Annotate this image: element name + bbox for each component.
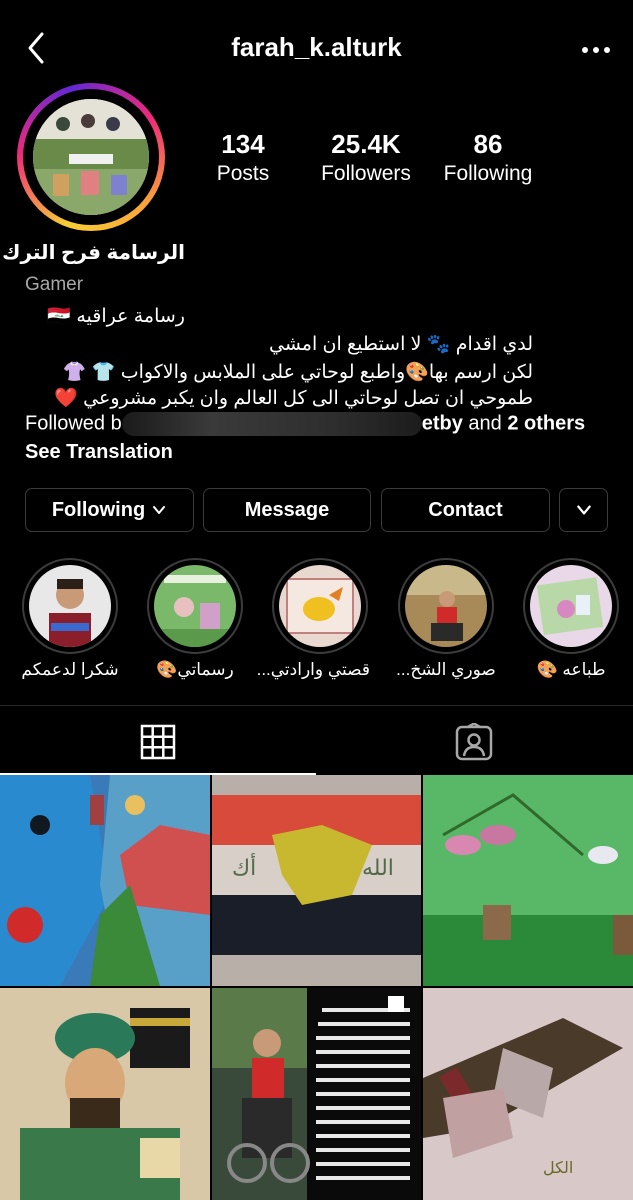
highlight-cover xyxy=(405,565,487,647)
highlight-cover xyxy=(279,565,361,647)
post-thumbnail[interactable] xyxy=(0,775,210,986)
message-button[interactable]: Message xyxy=(203,488,371,532)
message-button-label: Message xyxy=(244,498,330,521)
contact-button-label: Contact xyxy=(428,498,503,521)
display-name: الرسامة فرح الترك xyxy=(2,242,185,264)
highlight-label: شكرا لدعمكم xyxy=(21,660,119,679)
bio-line-3: لكن ارسم بها🎨واطبع لوحاتي على الملابس وا… xyxy=(62,362,533,383)
post-thumbnail[interactable] xyxy=(212,988,421,1200)
more-options-button[interactable] xyxy=(581,30,611,70)
post-thumbnail[interactable]: أك الله xyxy=(212,775,421,986)
svg-text:أك: أك xyxy=(232,853,256,881)
profile-username: farah_k.alturk xyxy=(231,32,402,62)
chevron-down-icon xyxy=(576,505,591,515)
followers-label: Followers xyxy=(321,162,411,185)
posts-count[interactable]: 134 Posts xyxy=(202,128,284,188)
following-value: 86 xyxy=(473,129,503,159)
profile-category: Gamer xyxy=(25,274,84,295)
highlight-thanks[interactable]: شكرا لدعمكم xyxy=(20,558,120,680)
highlight-cover xyxy=(29,565,111,647)
followed-by[interactable]: Followed b etby and 2 others xyxy=(25,412,585,436)
post-thumbnail[interactable] xyxy=(423,775,633,986)
svg-text:الكل: الكل xyxy=(543,1158,573,1177)
more-horizontal-icon xyxy=(582,47,610,53)
chevron-down-icon xyxy=(153,506,166,514)
suggested-accounts-button[interactable] xyxy=(559,488,608,532)
highlight-my-story[interactable]: قصتي وارادتي... xyxy=(256,558,370,680)
grid-icon xyxy=(140,724,176,760)
highlight-label: طباعه 🎨 xyxy=(536,660,606,679)
story-ring[interactable] xyxy=(17,83,165,231)
profile-page: farah_k.alturk 134 Posts 25.4K Followers… xyxy=(0,0,633,1200)
highlight-personal-photos[interactable]: صوري الشخ... xyxy=(396,558,496,680)
profile-tabs xyxy=(0,705,633,776)
see-translation-link[interactable]: See Translation xyxy=(25,441,173,464)
followed-by-prefix: Followed b xyxy=(25,412,122,435)
avatar xyxy=(33,99,149,215)
highlight-label: رسماتي🎨 xyxy=(156,660,234,679)
following-label: Following xyxy=(443,162,533,185)
followers-value: 25.4K xyxy=(331,129,401,159)
followed-by-and: and xyxy=(462,412,508,435)
svg-text:الله: الله xyxy=(362,856,394,881)
posts-label: Posts xyxy=(216,162,270,185)
post-thumbnail[interactable]: الكل xyxy=(423,988,633,1200)
contact-button[interactable]: Contact xyxy=(381,488,550,532)
posts-value: 134 xyxy=(221,129,265,159)
following-button[interactable]: Following xyxy=(25,488,194,532)
followed-by-name: etby xyxy=(421,412,463,435)
highlight-label: صوري الشخ... xyxy=(396,660,496,679)
highlight-drawings[interactable]: رسماتي🎨 xyxy=(145,558,245,680)
tab-tagged[interactable] xyxy=(455,722,493,761)
highlight-printing[interactable]: طباعه 🎨 xyxy=(521,558,621,680)
posts-grid: أك الله الكل xyxy=(0,775,633,1200)
following-button-label: Following xyxy=(51,498,146,521)
bio-line-4: طموحي ان تصل لوحاتي الى كل العالم وان يك… xyxy=(54,388,533,409)
highlight-cover xyxy=(154,565,236,647)
followers-count[interactable]: 25.4K Followers xyxy=(310,128,422,188)
followed-by-others: 2 others xyxy=(507,412,586,435)
highlight-label: قصتي وارادتي... xyxy=(256,660,370,679)
tagged-person-icon xyxy=(455,722,493,761)
blurred-names xyxy=(121,412,422,436)
following-count[interactable]: 86 Following xyxy=(438,128,538,188)
bio-line-1: رسامة عراقيه 🇮🇶 xyxy=(47,306,185,327)
bio-line-2: لدي اقدام 🐾 لا استطيع ان امشي xyxy=(268,334,533,355)
post-thumbnail[interactable] xyxy=(0,988,210,1200)
highlight-cover xyxy=(530,565,612,647)
tab-posts-grid[interactable] xyxy=(140,724,176,760)
